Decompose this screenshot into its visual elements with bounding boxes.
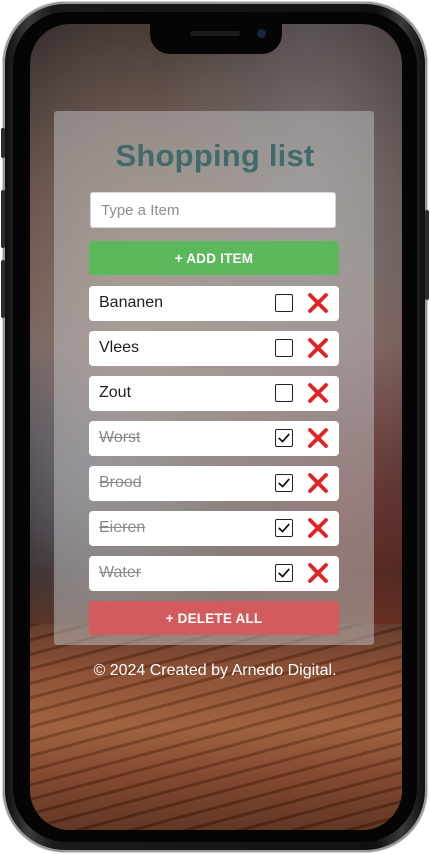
close-x-icon bbox=[308, 563, 328, 583]
list-item: Worst bbox=[89, 421, 339, 456]
item-label: Eieren bbox=[99, 519, 146, 536]
item-input[interactable] bbox=[90, 192, 336, 228]
delete-item-button[interactable] bbox=[307, 382, 329, 404]
list-item: Bananen bbox=[89, 286, 339, 321]
close-x-icon bbox=[308, 383, 328, 403]
check-icon bbox=[278, 433, 290, 443]
page-title: Shopping list bbox=[115, 138, 315, 173]
delete-item-button[interactable] bbox=[307, 472, 329, 494]
delete-item-button[interactable] bbox=[307, 292, 329, 314]
check-icon bbox=[278, 478, 290, 488]
item-label: Worst bbox=[99, 429, 141, 446]
speaker-grille bbox=[190, 31, 240, 36]
item-checkbox[interactable] bbox=[275, 294, 293, 312]
item-label: Water bbox=[99, 564, 142, 581]
item-checkbox[interactable] bbox=[275, 429, 293, 447]
item-checkbox[interactable] bbox=[275, 564, 293, 582]
item-checkbox[interactable] bbox=[275, 339, 293, 357]
camera-icon bbox=[257, 29, 266, 38]
delete-item-button[interactable] bbox=[307, 517, 329, 539]
delete-all-button[interactable]: + DELETE ALL bbox=[89, 601, 339, 635]
item-label: Zout bbox=[99, 384, 132, 401]
item-checkbox[interactable] bbox=[275, 384, 293, 402]
item-checkbox[interactable] bbox=[275, 519, 293, 537]
delete-item-button[interactable] bbox=[307, 337, 329, 359]
footer-credit: © 2024 Created by Arnedo Digital. bbox=[93, 662, 337, 679]
background-table bbox=[30, 624, 402, 830]
phone-volume-up bbox=[1, 190, 5, 248]
list-item: Brood bbox=[89, 466, 339, 501]
item-label: Vlees bbox=[99, 339, 140, 356]
phone-notch bbox=[150, 22, 282, 54]
close-x-icon bbox=[308, 293, 328, 313]
list-item: Water bbox=[89, 556, 339, 591]
delete-item-button[interactable] bbox=[307, 562, 329, 584]
close-x-icon bbox=[308, 338, 328, 358]
item-checkbox[interactable] bbox=[275, 474, 293, 492]
delete-item-button[interactable] bbox=[307, 427, 329, 449]
list-item: Eieren bbox=[89, 511, 339, 546]
close-x-icon bbox=[308, 518, 328, 538]
phone-power-button bbox=[425, 210, 429, 300]
phone-volume-down bbox=[1, 260, 5, 318]
item-label: Brood bbox=[99, 474, 142, 491]
close-x-icon bbox=[308, 428, 328, 448]
close-x-icon bbox=[308, 473, 328, 493]
list-item: Vlees bbox=[89, 331, 339, 366]
check-icon bbox=[278, 523, 290, 533]
item-label: Bananen bbox=[99, 294, 164, 311]
check-icon bbox=[278, 568, 290, 578]
list-item: Zout bbox=[89, 376, 339, 411]
add-item-button[interactable]: + ADD ITEM bbox=[89, 241, 339, 275]
